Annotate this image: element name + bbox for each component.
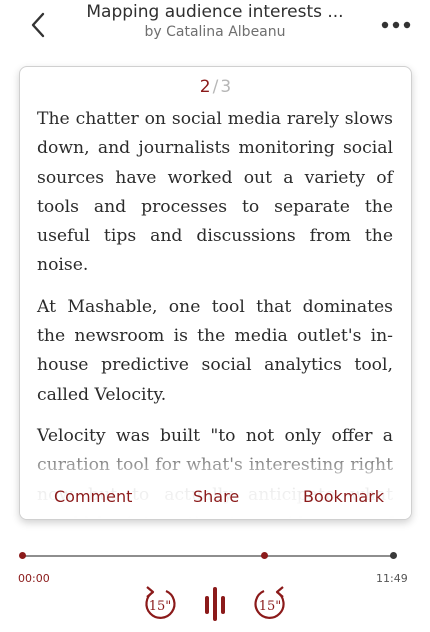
- author-byline: by Catalina Albeanu: [144, 24, 286, 40]
- play-pause-button[interactable]: [200, 582, 230, 622]
- rewind-15-icon: 15": [145, 586, 176, 619]
- article-card: 2/3 The chatter on social media rarely s…: [19, 66, 412, 520]
- article-paragraph: The chatter on social media rarely slows…: [37, 109, 393, 276]
- more-button[interactable]: [376, 12, 416, 38]
- comment-button[interactable]: Comment: [54, 487, 132, 506]
- share-button[interactable]: Share: [193, 487, 239, 506]
- elapsed-time: 00:00: [18, 572, 50, 585]
- forward-seconds-label: 15": [259, 599, 282, 614]
- more-horizontal-icon: [381, 21, 411, 29]
- track-end-marker: [390, 552, 397, 559]
- page-separator: /: [212, 77, 219, 97]
- progress-track[interactable]: [22, 555, 396, 557]
- bookmark-button[interactable]: Bookmark: [303, 487, 384, 506]
- forward-15-button[interactable]: 15": [250, 584, 290, 624]
- article-paragraph: At Mashable, one tool that dominates the…: [37, 296, 393, 405]
- card-actions: Comment Share Bookmark: [20, 479, 411, 519]
- total-duration: 11:49: [376, 572, 408, 585]
- back-button[interactable]: [24, 8, 54, 42]
- current-page: 2: [199, 77, 211, 97]
- rewind-15-button[interactable]: 15": [140, 584, 180, 624]
- page-indicator: 2/3: [20, 77, 411, 97]
- audio-bars-icon: [205, 587, 225, 621]
- progress-handle[interactable]: [19, 552, 26, 559]
- rewind-seconds-label: 15": [149, 599, 172, 614]
- top-bar: Mapping audience interests ... by Catali…: [0, 0, 430, 52]
- chevron-left-icon: [31, 12, 45, 38]
- page-title: Mapping audience interests ...: [86, 2, 344, 22]
- chapter-marker: [261, 552, 268, 559]
- total-pages: 3: [220, 77, 232, 97]
- forward-15-icon: 15": [254, 586, 285, 619]
